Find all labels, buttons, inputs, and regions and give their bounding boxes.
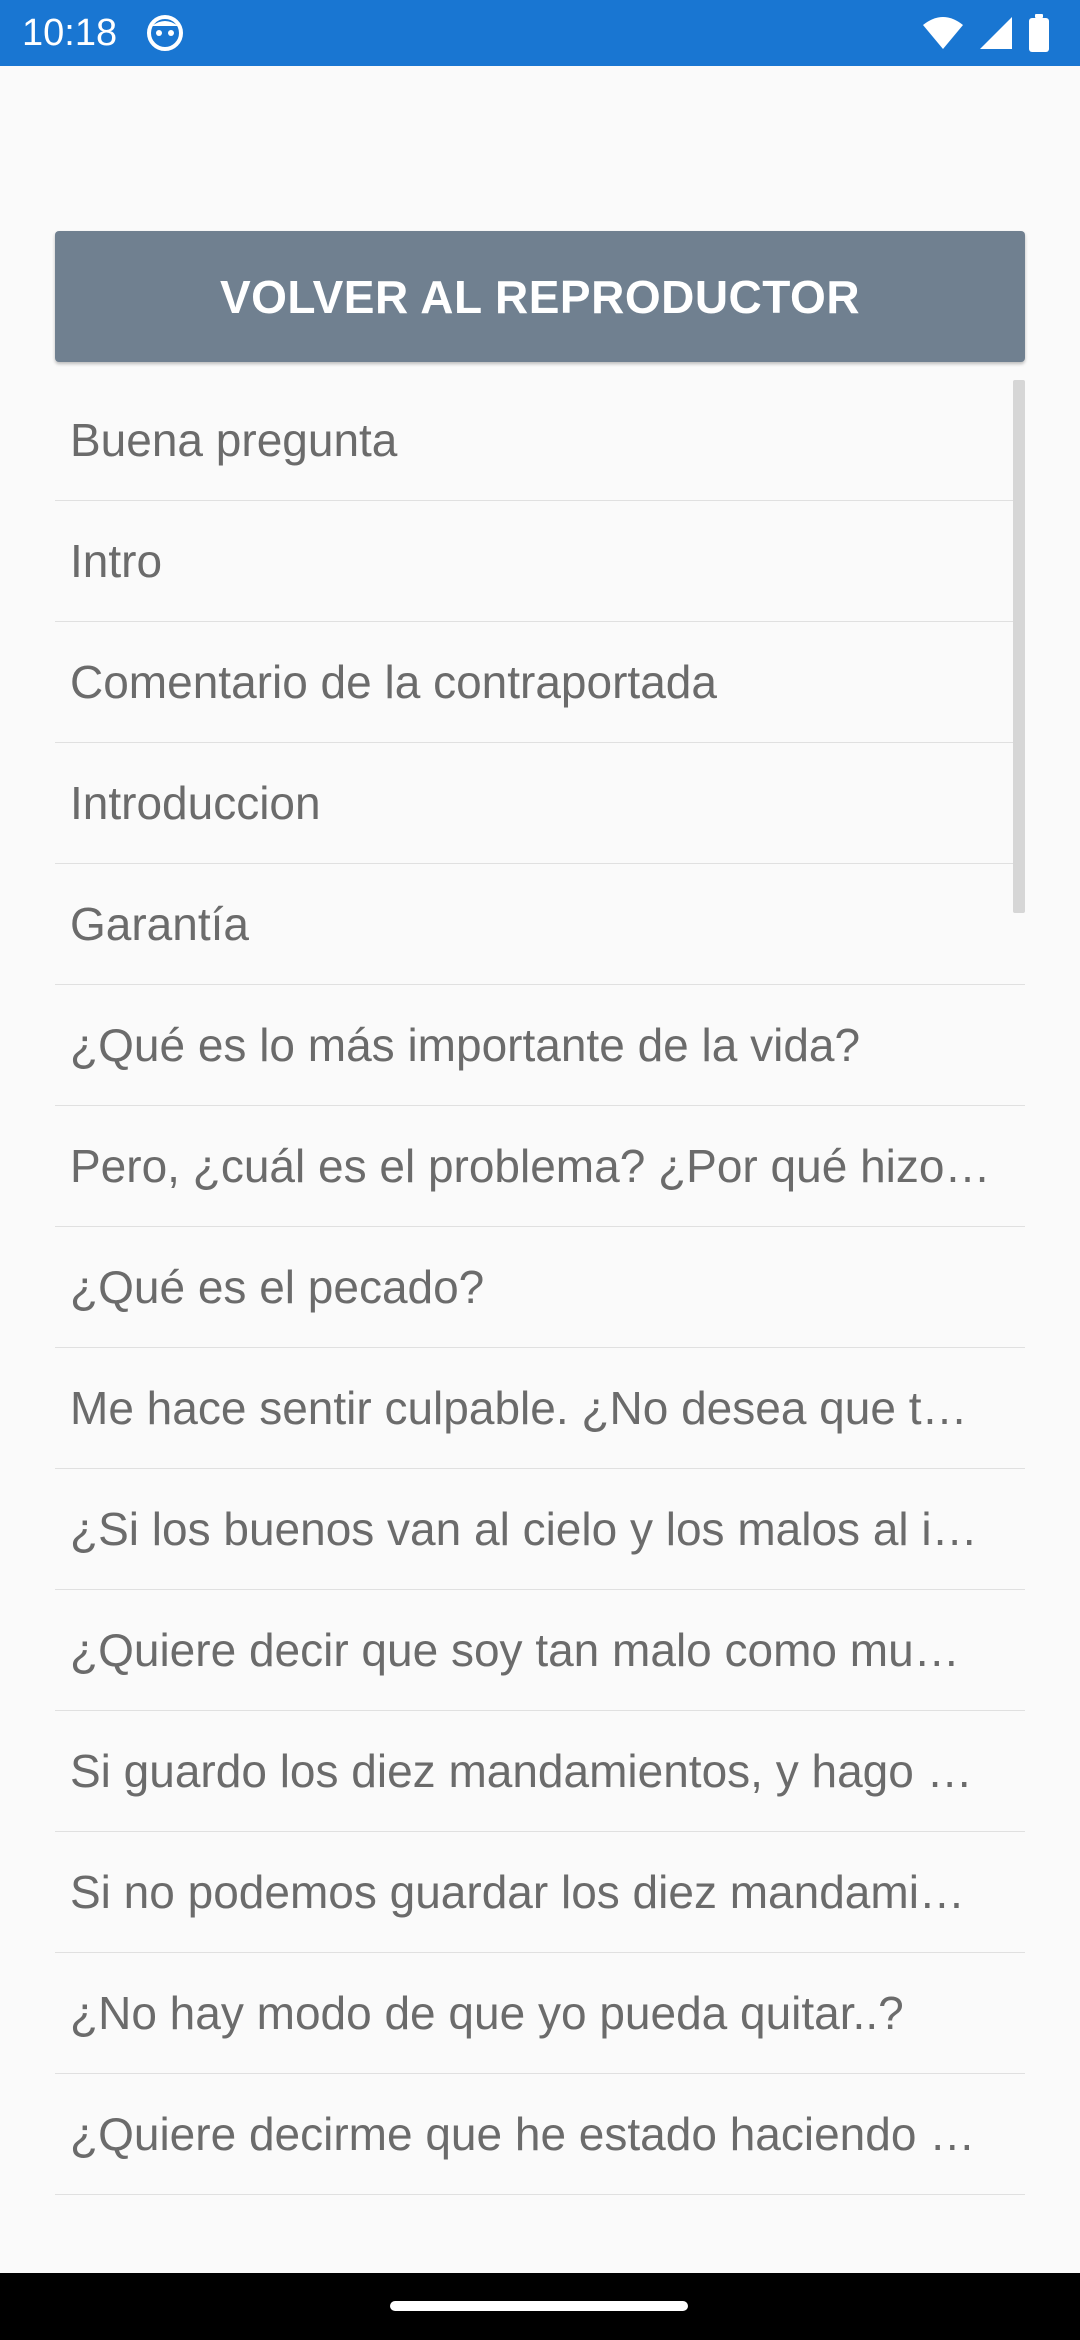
- chapter-title: Intro: [70, 535, 163, 587]
- chapter-list-item[interactable]: ¿Si los buenos van al cielo y los malos …: [55, 1469, 1025, 1590]
- chapter-title: Me hace sentir culpable. ¿No desea que t…: [70, 1382, 968, 1434]
- chapter-list-item[interactable]: ¿Quiere decir que soy tan malo como mu…: [55, 1590, 1025, 1711]
- chapter-title: ¿Qué es el pecado?: [70, 1261, 485, 1313]
- chapter-list-item[interactable]: ¿No hay modo de que yo pueda quitar..?: [55, 1953, 1025, 2074]
- chapter-list[interactable]: Buena pregunta Intro Comentario de la cont…: [55, 380, 1025, 2210]
- chapter-title: Introduccion: [70, 777, 321, 829]
- battery-icon: [1029, 14, 1049, 52]
- chapter-list-item[interactable]: Si guardo los diez mandamientos, y hago …: [55, 1711, 1025, 1832]
- chapter-title: ¿Quiere decirme que he estado haciendo …: [70, 2108, 976, 2160]
- chapter-title: Pero, ¿cuál es el problema? ¿Por qué hiz…: [70, 1140, 991, 1192]
- list-scrollbar[interactable]: [1013, 380, 1025, 913]
- chapter-title: ¿No hay modo de que yo pueda quitar..?: [70, 1987, 904, 2039]
- chapter-title: Si guardo los diez mandamientos, y hago …: [70, 1745, 973, 1797]
- chapter-title: ¿Quiere decir que soy tan malo como mu…: [70, 1624, 960, 1676]
- chapter-title: Garantía: [70, 898, 249, 950]
- status-bar: 10:18: [0, 0, 1080, 66]
- home-gesture-handle[interactable]: [390, 2301, 688, 2311]
- chapter-list-item[interactable]: Comentario de la contraportada: [55, 622, 1025, 743]
- chapter-title: Comentario de la contraportada: [70, 656, 717, 708]
- status-time: 10:18: [22, 12, 118, 54]
- return-to-player-button[interactable]: VOLVER AL REPRODUCTOR: [55, 231, 1025, 362]
- chapter-list-item[interactable]: Me hace sentir culpable. ¿No desea que t…: [55, 1348, 1025, 1469]
- chapter-list-item[interactable]: Garantía: [55, 864, 1025, 985]
- chapter-list-item[interactable]: ¿Qué es lo más importante de la vida?: [55, 985, 1025, 1106]
- chapter-title: Si no podemos guardar los diez mandami…: [70, 1866, 965, 1918]
- wifi-icon: [923, 17, 963, 49]
- chapter-title: ¿Si los buenos van al cielo y los malos …: [70, 1503, 978, 1555]
- chapter-title: ¿Qué es lo más importante de la vida?: [70, 1019, 861, 1071]
- chapter-title: Buena pregunta: [70, 414, 398, 466]
- signal-icon: [980, 17, 1012, 49]
- chapter-list-item[interactable]: Intro: [55, 501, 1025, 622]
- chapter-list-item[interactable]: Pero, ¿cuál es el problema? ¿Por qué hiz…: [55, 1106, 1025, 1227]
- face-icon: [147, 15, 183, 51]
- chapter-list-item[interactable]: Introduccion: [55, 743, 1025, 864]
- chapter-list-item[interactable]: Buena pregunta: [55, 380, 1025, 501]
- chapter-list-item[interactable]: ¿Quiere decirme que he estado haciendo …: [55, 2074, 1025, 2195]
- status-icons: [922, 12, 1050, 54]
- chapter-list-item[interactable]: Si no podemos guardar los diez mandami…: [55, 1832, 1025, 1953]
- chapter-list-item[interactable]: ¿Qué es el pecado?: [55, 1227, 1025, 1348]
